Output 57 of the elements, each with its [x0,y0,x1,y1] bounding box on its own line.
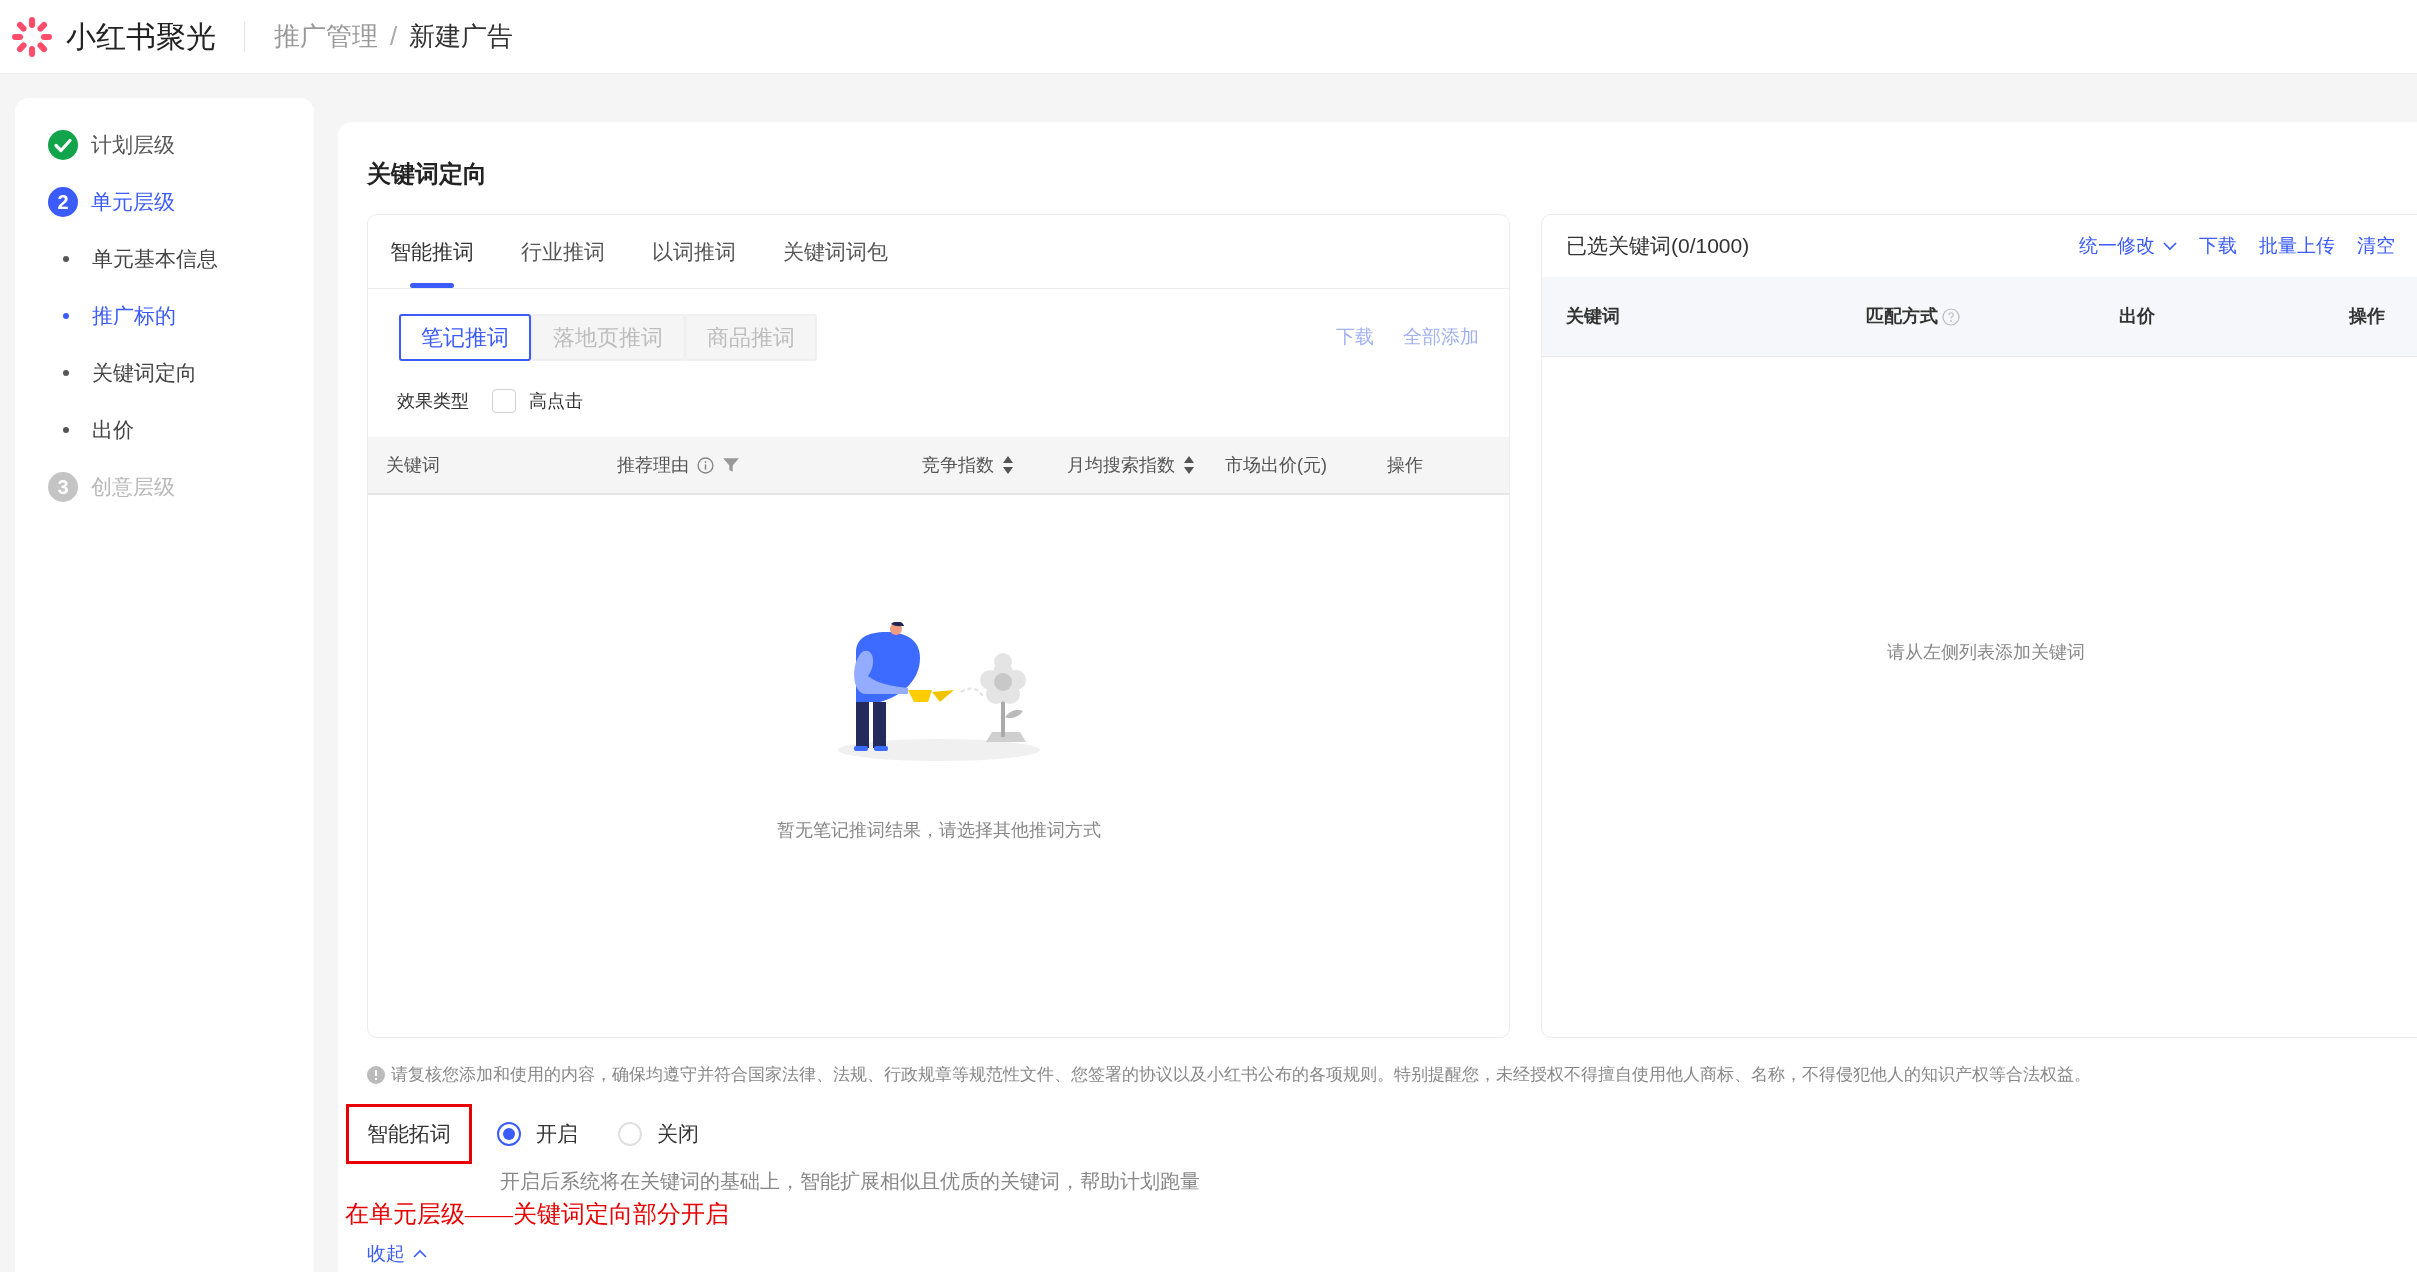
column-header: 关键词 [386,453,440,477]
column-header: 匹配方式 [1866,305,1938,328]
chevron-up-icon [413,1249,427,1259]
compliance-notice: 请复核您添加和使用的内容，确保均遵守并符合国家法律、法规、行政规章等规范性文件、您签署的协议以及小红书公布的各项规则。特别提醒您，未经授权不得擅自使用他人商标、名称，不得侵犯他人的知识产权等合法权益。 [391,1064,2091,1086]
column-header: 出价 [2119,305,2155,328]
step-number: 2 [48,186,78,217]
info-icon [367,1065,385,1084]
step-label[interactable]: 单元层级 [91,185,175,218]
substep-item[interactable]: 推广标的 [92,299,176,332]
column-header: 竞争指数 [922,453,994,477]
help-icon [1942,307,1960,326]
action-link[interactable]: 批量上传 [2259,231,2336,261]
radio-option[interactable]: 开启 [497,1117,578,1150]
empty-message: 暂无笔记推词结果，请选择其他推词方式 [776,819,1101,842]
panel-title: 已选关键词(0/1000) [1566,233,1750,260]
substep-item[interactable]: 关键词定向 [92,356,197,389]
substep-item[interactable]: 出价 [92,413,134,446]
collapse-link[interactable]: 收起 [367,1239,427,1268]
setting-label: 智能拓词 [346,1103,472,1164]
column-header: 推荐理由 [617,453,689,477]
breadcrumb-item: 新建广告 [409,20,514,53]
column-header: 操作 [1387,453,1423,477]
setting-description: 开启后系统将在关键词的基础上，智能扩展相似且优质的关键词，帮助计划跑量 [500,1168,1201,1194]
sort-icon[interactable] [1002,455,1014,475]
logo-icon [10,14,54,59]
action-link[interactable]: 清空 [2357,231,2396,261]
tab-underline [410,283,454,288]
filter-icon[interactable] [722,456,740,474]
filter-label: 效果类型 [397,389,469,413]
breadcrumb-item[interactable]: 推广管理 [274,17,378,56]
tab[interactable]: 关键词词包 [783,215,888,288]
segment-button[interactable]: 笔记推词 [399,314,531,361]
step-label[interactable]: 计划层级 [91,128,175,161]
chevron-down-icon [2163,241,2178,251]
action-link[interactable]: 统一修改 [2079,231,2178,261]
tab[interactable]: 以词推词 [652,215,736,288]
brand-name: 小红书聚光 [66,19,216,55]
checkbox-label: 高点击 [529,389,583,413]
column-header: 市场出价(元) [1225,453,1327,477]
substep-item[interactable]: 单元基本信息 [92,242,218,275]
column-header: 操作 [2349,305,2385,328]
column-header: 月均搜索指数 [1067,453,1175,477]
annotation-text: 在单元层级——关键词定向部分开启 [345,1199,730,1229]
breadcrumb-separator: / [390,20,398,53]
tab[interactable]: 行业推词 [521,215,605,288]
step-number: 3 [48,471,78,502]
column-header: 关键词 [1566,305,1620,328]
action-link[interactable]: 下载 [2199,231,2238,261]
checkbox[interactable] [492,389,516,413]
empty-message: 请从左侧列表添加关键词 [1887,641,2085,664]
sort-icon[interactable] [1183,455,1195,475]
section-title: 关键词定向 [367,159,488,189]
check-circle-icon [48,129,78,160]
radio-button[interactable] [497,1121,521,1146]
info-icon [697,456,714,474]
radio-option[interactable]: 关闭 [618,1117,699,1150]
tab[interactable]: 智能推词 [390,215,474,288]
